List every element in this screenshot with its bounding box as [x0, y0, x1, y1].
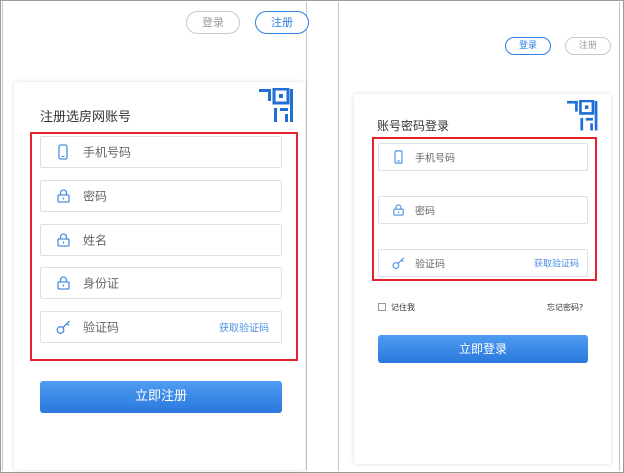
phone-field-label: 手机号码 — [415, 153, 455, 165]
name-field-label: 姓名 — [83, 233, 108, 248]
remember-me-label[interactable]: 记住我 — [391, 302, 415, 313]
verification-field-label: 验证码 — [83, 320, 120, 335]
phone-icon — [58, 144, 68, 160]
get-verification-code-link[interactable]: 获取验证码 — [534, 257, 579, 270]
login-phone-field[interactable]: 手机号码 — [378, 143, 588, 171]
login-tab-button[interactable]: 登录 — [505, 37, 551, 55]
key-icon — [56, 320, 70, 334]
lock-icon — [57, 189, 70, 203]
qr-code-icon[interactable] — [566, 100, 602, 134]
register-tab-button[interactable]: 注册 — [255, 11, 309, 34]
remember-me-checkbox[interactable] — [378, 303, 386, 311]
register-tab-button[interactable]: 注册 — [565, 37, 611, 55]
password-field-label: 密码 — [415, 206, 435, 218]
phone-icon — [394, 150, 403, 164]
id-card-field-label: 身份证 — [83, 276, 120, 291]
login-verification-field[interactable]: 验证码 获取验证码 — [378, 249, 588, 277]
login-tab-button[interactable]: 登录 — [186, 11, 240, 34]
password-field-label: 密码 — [83, 189, 108, 204]
register-id-card-field[interactable]: 身份证 — [40, 267, 282, 299]
login-password-field[interactable]: 密码 — [378, 196, 588, 224]
register-name-field[interactable]: 姓名 — [40, 224, 282, 256]
qr-code-icon[interactable] — [258, 88, 298, 126]
get-verification-code-link[interactable]: 获取验证码 — [219, 320, 269, 335]
login-submit-button[interactable]: 立即登录 — [378, 335, 588, 363]
login-title: 账号密码登录 — [377, 119, 450, 133]
register-submit-button[interactable]: 立即注册 — [40, 381, 282, 413]
register-phone-field[interactable]: 手机号码 — [40, 136, 282, 168]
lock-icon — [57, 233, 70, 247]
phone-field-label: 手机号码 — [83, 145, 132, 160]
key-icon — [392, 257, 405, 270]
register-verification-field[interactable]: 验证码 获取验证码 — [40, 311, 282, 343]
forgot-password-link[interactable]: 忘记密码? — [547, 302, 583, 313]
register-title: 注册选房网账号 — [40, 110, 132, 125]
verification-field-label: 验证码 — [415, 259, 445, 271]
lock-icon — [393, 204, 404, 216]
lock-icon — [57, 276, 70, 290]
register-password-field[interactable]: 密码 — [40, 180, 282, 212]
